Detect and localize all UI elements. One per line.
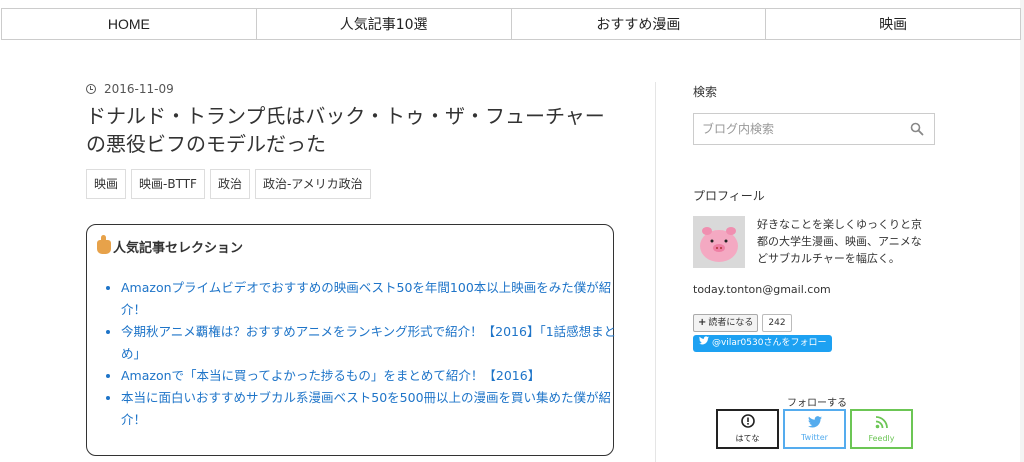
profile-bio: 好きなことを楽しくゆっくりと京都の大学生漫画、映画、アニメなどサブカルチャーを幅… xyxy=(757,218,922,265)
plus-icon: + xyxy=(698,317,707,328)
column-divider xyxy=(655,82,656,462)
list-item: 本当に面白いおすすめサブカル系漫画ベスト50を500冊以上の漫画を買い集めた僕が… xyxy=(121,387,626,431)
popular-articles-box: 人気記事セレクション Amazonプライムビデオでおすすめの映画ベスト50を年間… xyxy=(86,224,616,456)
popular-article-link[interactable]: 今期秋アニメ覇権は？おすすめアニメをランキング形式で紹介！【2016】「1話感想… xyxy=(121,324,616,361)
search-icon[interactable] xyxy=(908,120,926,138)
nav-item-home[interactable]: HOME xyxy=(2,9,256,39)
nav-item-popular-10[interactable]: 人気記事10選 xyxy=(255,9,511,39)
tag-movie[interactable]: 映画 xyxy=(86,169,127,199)
tag-politics[interactable]: 政治 xyxy=(209,169,250,199)
list-item: Amazonで「本当に買ってよかった捗るもの」をまとめて紹介！【2016】 xyxy=(121,365,626,387)
subscribe-label: 読者になる xyxy=(708,318,754,328)
follow-feedly-button[interactable]: Feedly xyxy=(850,409,913,449)
popular-article-link[interactable]: 本当に面白いおすすめサブカル系漫画ベスト50を500冊以上の漫画を買い集めた僕が… xyxy=(121,390,611,427)
twitter-follow-label: @vilar0530さんをフォロー xyxy=(712,338,827,348)
clock-icon xyxy=(86,84,96,94)
twitter-follow-button[interactable]: @vilar0530さんをフォロー xyxy=(693,335,833,352)
hatena-icon xyxy=(740,414,755,430)
hatena-label: はてな xyxy=(735,434,760,443)
twitter-bird-icon xyxy=(699,335,709,352)
subscribe-button[interactable]: + 読者になる xyxy=(693,314,759,332)
follow-twitter-button[interactable]: Twitter xyxy=(783,409,846,449)
list-item: Amazonプライムビデオでおすすめの映画ベスト50を年間100本以上映画をみた… xyxy=(121,277,626,321)
twitter-label: Twitter xyxy=(801,433,828,442)
article-title: ドナルド・トランプ氏はバック・トゥ・ザ・フューチャーの悪役ビフのモデルだった xyxy=(86,104,605,156)
popular-article-link[interactable]: Amazonで「本当に買ってよかった捗るもの」をまとめて紹介！【2016】 xyxy=(121,368,540,383)
popular-heading-text: 人気記事セレクション xyxy=(113,241,244,256)
tag-politics-us[interactable]: 政治-アメリカ政治 xyxy=(254,169,371,199)
popular-articles-heading: 人気記事セレクション xyxy=(97,234,244,256)
scrollbar-track[interactable] xyxy=(1020,0,1024,462)
search-box xyxy=(693,113,935,145)
popular-article-link[interactable]: Amazonプライムビデオでおすすめの映画ベスト50を年間100本以上映画をみた… xyxy=(121,280,611,317)
follow-heading: フォローする xyxy=(787,398,847,409)
thumbs-up-icon xyxy=(97,234,111,254)
reader-count: 242 xyxy=(762,314,792,332)
rss-icon xyxy=(875,415,889,431)
search-heading: 検索 xyxy=(693,85,718,99)
reader-widget: + 読者になる 242 xyxy=(693,314,792,332)
search-input[interactable] xyxy=(694,122,908,136)
profile-email: today.tonton@gmail.com xyxy=(693,283,831,296)
nav-item-movies[interactable]: 映画 xyxy=(765,9,1020,39)
popular-articles-list: Amazonプライムビデオでおすすめの映画ベスト50を年間100本以上映画をみた… xyxy=(101,277,626,431)
feedly-label: Feedly xyxy=(868,434,895,443)
post-date-row: 2016-11-09 xyxy=(86,82,174,96)
tag-movie-bttf[interactable]: 映画-BTTF xyxy=(131,169,205,199)
nav-item-recommended-manga[interactable]: おすすめ漫画 xyxy=(510,9,766,39)
profile-heading: プロフィール xyxy=(693,189,765,203)
twitter-icon xyxy=(807,416,822,430)
follow-hatena-button[interactable]: はてな xyxy=(716,409,779,449)
avatar xyxy=(693,216,745,268)
top-nav: HOME 人気記事10選 おすすめ漫画 映画 xyxy=(1,8,1021,40)
list-item: 今期秋アニメ覇権は？おすすめアニメをランキング形式で紹介！【2016】「1話感想… xyxy=(121,321,626,365)
post-date: 2016-11-09 xyxy=(104,82,174,96)
category-tags: 映画 映画-BTTF 政治 政治-アメリカ政治 xyxy=(86,169,371,199)
